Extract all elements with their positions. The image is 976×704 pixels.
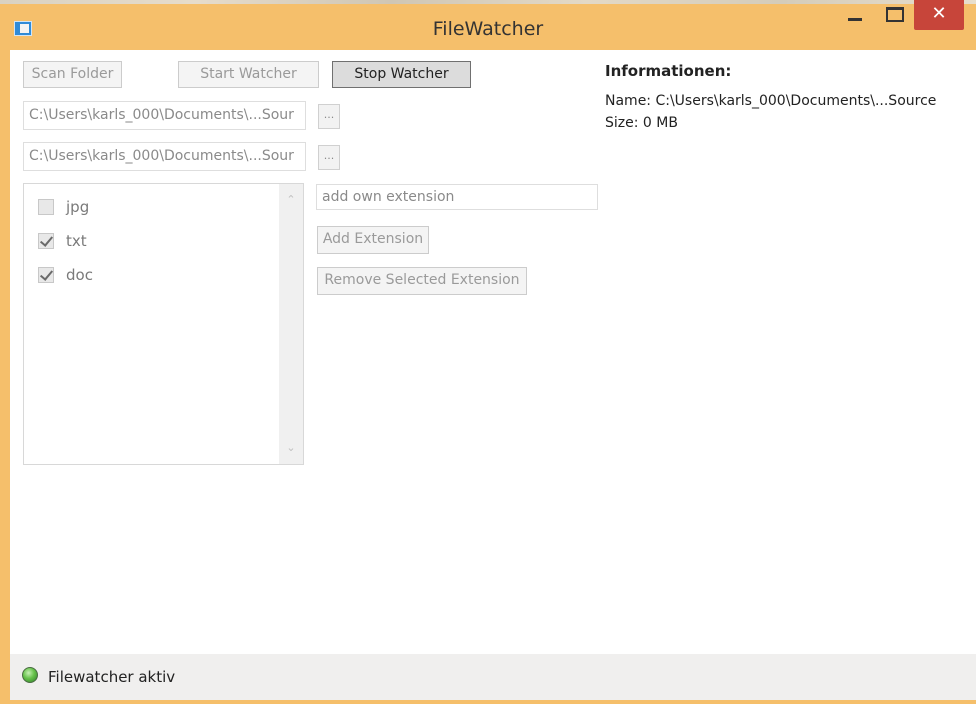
status-bar: Filewatcher aktiv [10, 654, 976, 700]
close-icon: ✕ [931, 3, 947, 24]
close-button[interactable]: ✕ [914, 0, 964, 30]
target-browse-button[interactable]: ... [318, 145, 340, 170]
info-name: Name: C:\Users\karls_000\Documents\...So… [605, 93, 937, 109]
title-bar[interactable]: FileWatcher [0, 4, 976, 50]
start-watcher-button[interactable]: Start Watcher [178, 61, 319, 88]
own-extension-input[interactable]: add own extension [316, 184, 598, 210]
list-item-label: txt [66, 232, 87, 250]
scroll-up-icon[interactable]: ⌃ [285, 194, 297, 206]
checkbox-doc[interactable] [38, 267, 54, 283]
maximize-icon [886, 7, 904, 22]
source-browse-button[interactable]: ... [318, 104, 340, 129]
target-path-field[interactable]: C:\Users\karls_000\Documents\...Sour [23, 142, 306, 171]
scan-folder-button[interactable]: Scan Folder [23, 61, 122, 88]
stop-watcher-button[interactable]: Stop Watcher [332, 61, 471, 88]
remove-selected-extension-button[interactable]: Remove Selected Extension [317, 267, 527, 295]
extension-list[interactable]: jpg txt doc ⌃ ⌄ [23, 183, 304, 465]
checkbox-jpg[interactable] [38, 199, 54, 215]
list-item-label: jpg [66, 198, 90, 216]
status-led-icon [22, 667, 38, 683]
add-extension-button[interactable]: Add Extension [317, 226, 429, 254]
screen: FileWatcher ✕ Scan Folder Start Watcher … [0, 0, 976, 704]
info-size: Size: 0 MB [605, 115, 678, 131]
minimize-icon [848, 18, 862, 21]
status-text: Filewatcher aktiv [48, 668, 176, 686]
source-path-field[interactable]: C:\Users\karls_000\Documents\...Sour [23, 101, 306, 130]
list-scrollbar[interactable]: ⌃ ⌄ [279, 184, 303, 464]
window-title: FileWatcher [432, 18, 544, 40]
scroll-down-icon[interactable]: ⌄ [285, 442, 297, 454]
app-window: FileWatcher ✕ Scan Folder Start Watcher … [0, 0, 976, 704]
window-bottom-border [0, 700, 976, 704]
maximize-button[interactable] [876, 0, 914, 30]
checkbox-txt[interactable] [38, 233, 54, 249]
info-heading: Informationen: [605, 62, 732, 80]
list-item-label: doc [66, 266, 93, 284]
minimize-button[interactable] [834, 0, 876, 30]
